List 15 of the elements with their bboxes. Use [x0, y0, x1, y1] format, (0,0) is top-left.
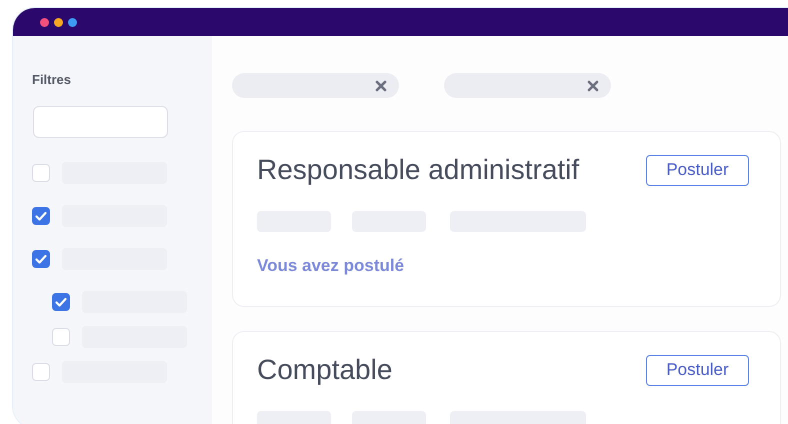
close-icon[interactable]	[587, 80, 599, 92]
apply-button[interactable]: Postuler	[646, 354, 749, 386]
checkbox[interactable]	[52, 293, 70, 311]
window-dot	[68, 18, 77, 26]
job-title: Responsable administratif	[257, 154, 580, 186]
window-dot	[40, 18, 49, 26]
search-field[interactable]	[33, 106, 168, 138]
checkbox[interactable]	[32, 250, 50, 268]
sidebar-title: Filtres	[32, 72, 72, 87]
close-icon[interactable]	[375, 80, 387, 92]
job-title: Comptable	[257, 354, 392, 386]
apply-button[interactable]: Postuler	[646, 154, 749, 186]
window-dot	[54, 18, 63, 26]
checkbox[interactable]	[32, 207, 50, 225]
applied-status: Vous avez postulé	[257, 256, 406, 276]
